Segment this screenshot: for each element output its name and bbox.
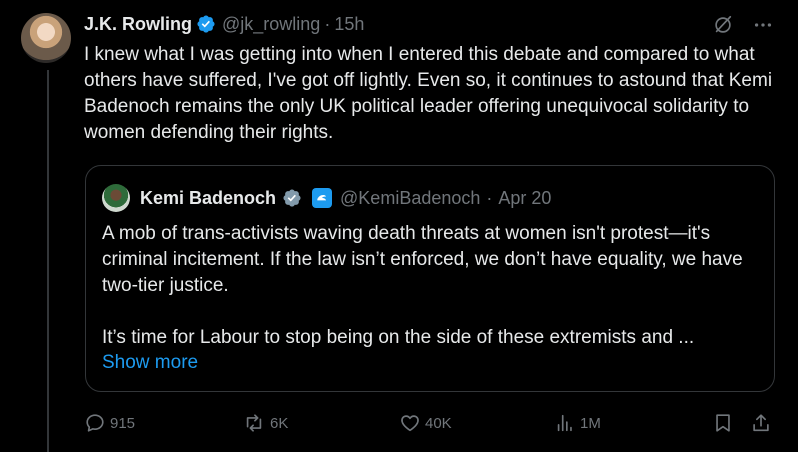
header-separator: · [324, 13, 331, 34]
grok-icon[interactable] [712, 14, 734, 36]
reply-icon [86, 414, 104, 432]
author-handle[interactable]: @jk_rowling [222, 14, 320, 35]
repost-icon [246, 414, 262, 432]
bookmark-button[interactable] [712, 412, 734, 434]
tweet-time[interactable]: 15h [334, 14, 364, 35]
quote-author-handle: @KemiBadenoch [340, 187, 481, 208]
show-more-link[interactable]: Show more [102, 352, 198, 374]
verified-icon [197, 15, 215, 33]
tweet-header: J.K. Rowling @jk_rowling · 15h [84, 12, 364, 36]
affiliate-badge-icon [312, 188, 333, 208]
quoted-tweet[interactable]: Kemi Badenoch @KemiBadenoch · Apr 20 A m… [85, 165, 775, 392]
repost-count: 6K [270, 414, 289, 432]
quote-header: Kemi Badenoch @KemiBadenoch · Apr 20 [102, 184, 551, 212]
like-count: 40K [425, 414, 452, 432]
reply-count: 915 [110, 414, 136, 432]
views-button[interactable]: 1M [554, 412, 601, 434]
like-button[interactable]: 40K [399, 412, 452, 434]
author-name[interactable]: J.K. Rowling [84, 14, 192, 35]
quote-paragraph: It’s time for Labour to stop being on th… [102, 327, 695, 348]
share-icon [753, 414, 769, 432]
more-icon[interactable] [752, 14, 774, 36]
tweet-actions: 915 6K 40K 1M [84, 412, 774, 438]
quote-separator: · [486, 187, 493, 208]
repost-button[interactable]: 6K [242, 412, 288, 434]
quote-author-name: Kemi Badenoch [140, 187, 277, 208]
verified-icon [283, 189, 301, 207]
tweet-text: I knew what I was getting into when I en… [84, 44, 773, 143]
quote-date: Apr 20 [498, 187, 552, 208]
author-avatar[interactable] [21, 13, 71, 63]
thread-line [47, 70, 49, 452]
quote-author-avatar [102, 184, 130, 212]
views-icon [557, 414, 572, 432]
reply-button[interactable]: 915 [84, 412, 135, 434]
quote-text: A mob of trans-activists waving death th… [102, 221, 762, 351]
bookmark-icon [716, 414, 730, 432]
views-count: 1M [580, 414, 601, 432]
share-button[interactable] [750, 412, 772, 434]
quote-paragraph: A mob of trans-activists waving death th… [102, 223, 743, 296]
like-icon [401, 415, 419, 432]
tweet-top-actions [712, 14, 774, 36]
